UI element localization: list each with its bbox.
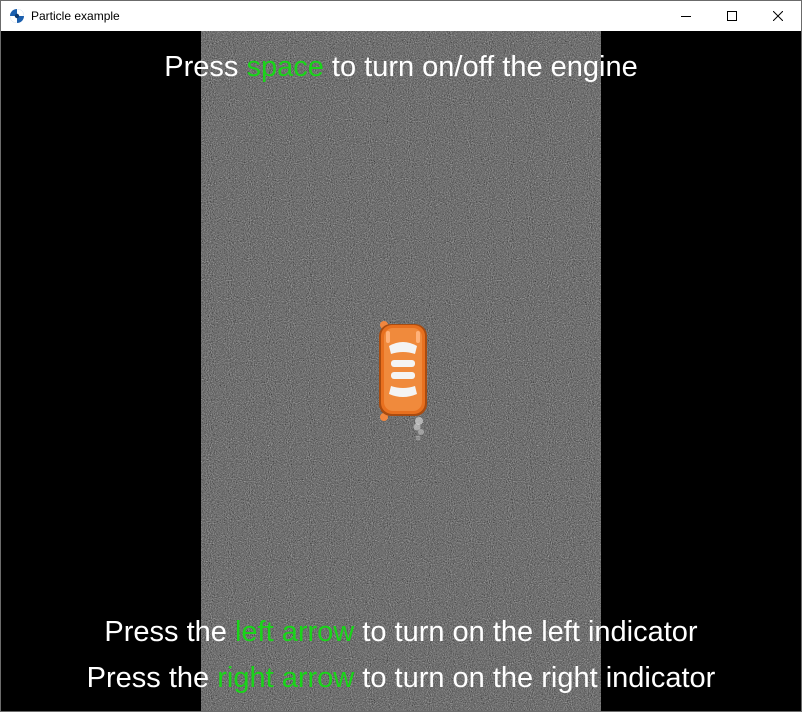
- left-suffix: to turn on the left indicator: [354, 616, 698, 648]
- left-key: left arrow: [234, 616, 355, 648]
- minimize-icon: [681, 16, 691, 17]
- game-canvas[interactable]: Press space to turn on/off the engine Pr: [1, 31, 801, 711]
- window-title: Particle example: [31, 9, 120, 23]
- right-key: right arrow: [217, 662, 355, 694]
- app-window: Particle example Press space to turn on/…: [0, 0, 802, 712]
- close-icon: [773, 11, 783, 21]
- right-suffix: to turn on the right indicator: [354, 662, 716, 694]
- window-controls: [663, 1, 801, 31]
- left-indicator-instruction: Press the left arrow to turn on the left…: [1, 615, 801, 649]
- engine-suffix: to turn on/off the engine: [323, 51, 638, 83]
- app-logo-icon: [10, 9, 24, 23]
- minimize-button[interactable]: [663, 1, 709, 31]
- close-button[interactable]: [755, 1, 801, 31]
- title-bar[interactable]: Particle example: [1, 1, 801, 31]
- right-prefix: Press the: [86, 662, 218, 694]
- engine-prefix: Press: [164, 51, 247, 83]
- left-prefix: Press the: [104, 616, 235, 648]
- maximize-button[interactable]: [709, 1, 755, 31]
- engine-key: space: [246, 51, 324, 83]
- car-sprite: [379, 321, 427, 421]
- engine-instruction: Press space to turn on/off the engine: [1, 50, 801, 84]
- maximize-icon: [727, 11, 737, 21]
- right-indicator-instruction: Press the right arrow to turn on the rig…: [1, 661, 801, 695]
- exhaust-smoke: [413, 417, 424, 441]
